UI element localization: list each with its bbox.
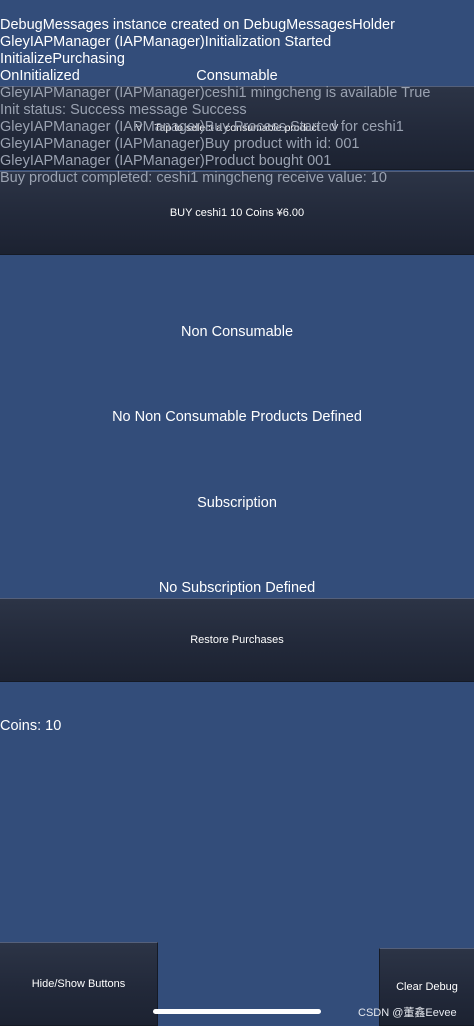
- debug-line-10: Buy product completed: ceshi1 mingcheng …: [0, 170, 387, 186]
- debug-line-1: DebugMessages instance created on DebugM…: [0, 17, 395, 33]
- buy-button-label: BUY ceshi1 10 Coins ¥6.00: [169, 207, 305, 219]
- subscription-empty-text: No Subscription Defined: [158, 580, 316, 596]
- non-consumable-heading: Non Consumable: [180, 324, 294, 340]
- hide-show-label: Hide/Show Buttons: [31, 978, 126, 990]
- debug-line-7: GleyIAPManager (IAPManager)Buy Process S…: [0, 119, 404, 135]
- consumable-heading: Consumable: [196, 68, 278, 84]
- hide-show-buttons-button[interactable]: Hide/Show Buttons: [0, 942, 158, 1026]
- debug-line-6: Init status: Success message Success: [0, 102, 247, 118]
- restore-button-label: Restore Purchases: [190, 634, 284, 646]
- debug-line-9: GleyIAPManager (IAPManager)Product bough…: [0, 153, 332, 169]
- home-indicator[interactable]: [153, 1009, 321, 1014]
- debug-line-5: GleyIAPManager (IAPManager)ceshi1 mingch…: [0, 85, 431, 101]
- debug-line-8: GleyIAPManager (IAPManager)Buy product w…: [0, 136, 360, 152]
- coins-counter: Coins: 10: [0, 718, 62, 734]
- debug-line-2: GleyIAPManager (IAPManager)Initializatio…: [0, 34, 332, 50]
- subscription-heading: Subscription: [197, 495, 277, 511]
- clear-debug-label: Clear Debug: [396, 981, 458, 993]
- restore-purchases-button[interactable]: Restore Purchases: [0, 598, 474, 682]
- non-consumable-empty-text: No Non Consumable Products Defined: [112, 409, 362, 425]
- debug-line-3: InitializePurchasing: [0, 51, 125, 67]
- watermark: CSDN @董鑫Eevee: [358, 1007, 457, 1019]
